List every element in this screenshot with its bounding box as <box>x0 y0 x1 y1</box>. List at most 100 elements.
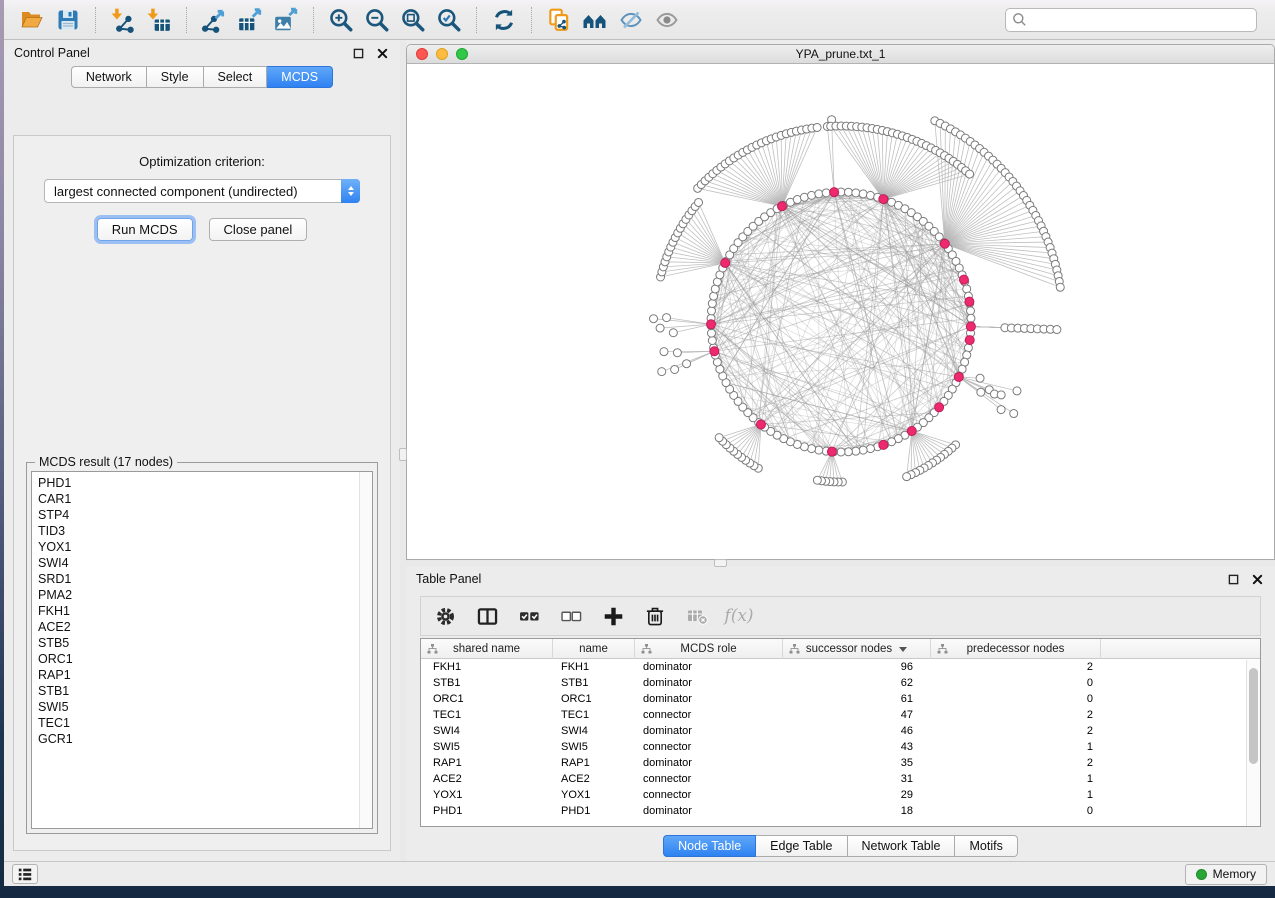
tab-mcds[interactable]: MCDS <box>267 66 333 88</box>
table-row[interactable]: TEC1TEC1connector472 <box>421 707 1260 723</box>
network-titlebar[interactable]: YPA_prune.txt_1 <box>407 45 1274 64</box>
import-table-icon[interactable] <box>141 3 177 37</box>
save-session-icon[interactable] <box>50 3 86 37</box>
table-row[interactable]: SWI5SWI5connector431 <box>421 739 1260 755</box>
mcds-node-item[interactable]: SRD1 <box>38 571 372 587</box>
vertical-splitter[interactable] <box>400 40 406 861</box>
network-graph[interactable] <box>407 64 1272 559</box>
column-header-name[interactable]: name <box>553 639 635 659</box>
network-canvas[interactable] <box>407 64 1274 559</box>
settings-gear-icon[interactable] <box>429 601 461 631</box>
hide-selected-icon[interactable] <box>613 3 649 37</box>
mcds-node-item[interactable]: SWI4 <box>38 555 372 571</box>
table-row[interactable]: STB1STB1dominator620 <box>421 675 1260 691</box>
zoom-out-icon[interactable] <box>359 3 395 37</box>
tab-motifs[interactable]: Motifs <box>955 835 1017 857</box>
deselect-all-checkboxes-icon[interactable] <box>555 601 587 631</box>
sort-desc-icon <box>899 647 907 652</box>
mcds-node-item[interactable]: ORC1 <box>38 651 372 667</box>
splitter-grip[interactable] <box>399 448 407 461</box>
mcds-node-item[interactable]: TEC1 <box>38 715 372 731</box>
mcds-result-title: MCDS result (17 nodes) <box>35 455 177 469</box>
network-title: YPA_prune.txt_1 <box>407 47 1274 61</box>
mcds-node-item[interactable]: FKH1 <box>38 603 372 619</box>
export-table-icon[interactable] <box>232 3 268 37</box>
dropdown-stepper-icon <box>341 179 360 203</box>
float-panel-icon[interactable] <box>1225 571 1241 587</box>
table-bottom-tabs: Node TableEdge TableNetwork TableMotifs <box>406 831 1275 861</box>
memory-label: Memory <box>1213 867 1256 881</box>
list-icon <box>17 866 33 882</box>
mcds-node-item[interactable]: ACE2 <box>38 619 372 635</box>
apply-layout-icon[interactable] <box>486 3 522 37</box>
tab-network-table[interactable]: Network Table <box>848 835 956 857</box>
network-from-selection-icon[interactable] <box>541 3 577 37</box>
tab-node-table[interactable]: Node Table <box>663 835 756 857</box>
column-header-shared-name[interactable]: shared name <box>421 639 553 659</box>
column-header-MCDS-role[interactable]: MCDS role <box>635 639 783 659</box>
show-columns-icon[interactable] <box>471 601 503 631</box>
mcds-node-item[interactable]: STB1 <box>38 683 372 699</box>
select-all-checkboxes-icon[interactable] <box>513 601 545 631</box>
column-header-predecessor-nodes[interactable]: predecessor nodes <box>931 639 1101 659</box>
main-toolbar <box>4 0 1275 40</box>
search-icon <box>1012 12 1027 27</box>
first-neighbors-icon[interactable] <box>577 3 613 37</box>
memory-button[interactable]: Memory <box>1185 864 1267 885</box>
export-image-icon[interactable] <box>268 3 304 37</box>
close-panel-icon[interactable] <box>374 45 390 61</box>
import-network-icon[interactable] <box>105 3 141 37</box>
table-row[interactable]: ACE2ACE2connector311 <box>421 771 1260 787</box>
mcds-node-item[interactable]: GCR1 <box>38 731 372 747</box>
open-session-icon[interactable] <box>14 3 50 37</box>
scrollbar-thumb[interactable] <box>1249 668 1258 764</box>
cytoscape-window: Control Panel NetworkStyleSelectMCDS Opt… <box>4 0 1275 886</box>
node-table[interactable]: shared namenameMCDS rolesuccessor nodesp… <box>420 638 1261 827</box>
search-input[interactable] <box>1027 10 1250 30</box>
mcds-node-item[interactable]: PHD1 <box>38 475 372 491</box>
column-header-successor-nodes[interactable]: successor nodes <box>783 639 931 659</box>
task-history-button[interactable] <box>12 864 38 884</box>
control-panel-tabs: NetworkStyleSelectMCDS <box>4 66 400 88</box>
mcds-node-item[interactable]: YOX1 <box>38 539 372 555</box>
table-row[interactable]: ORC1ORC1dominator610 <box>421 691 1260 707</box>
memory-status-icon <box>1196 869 1207 880</box>
mcds-node-item[interactable]: CAR1 <box>38 491 372 507</box>
horizontal-splitter[interactable] <box>406 560 1275 566</box>
mcds-node-item[interactable]: STP4 <box>38 507 372 523</box>
close-panel-button[interactable]: Close panel <box>209 218 308 241</box>
export-network-icon[interactable] <box>196 3 232 37</box>
run-mcds-button[interactable]: Run MCDS <box>97 218 193 241</box>
mcds-node-item[interactable]: RAP1 <box>38 667 372 683</box>
zoom-in-icon[interactable] <box>323 3 359 37</box>
list-scrollbar[interactable] <box>359 472 372 828</box>
add-column-icon[interactable] <box>597 601 629 631</box>
zoom-fit-icon[interactable] <box>395 3 431 37</box>
tab-style[interactable]: Style <box>147 66 204 88</box>
table-scrollbar[interactable] <box>1246 660 1260 826</box>
delete-column-icon[interactable] <box>639 601 671 631</box>
close-panel-icon[interactable] <box>1249 571 1265 587</box>
table-row[interactable]: RAP1RAP1dominator352 <box>421 755 1260 771</box>
table-row[interactable]: FKH1FKH1dominator962 <box>421 659 1260 675</box>
mcds-result-group: MCDS result (17 nodes) PHD1CAR1STP4TID3Y… <box>26 462 378 834</box>
search-field[interactable] <box>1005 8 1257 32</box>
mcds-node-item[interactable]: PMA2 <box>38 587 372 603</box>
mcds-result-list[interactable]: PHD1CAR1STP4TID3YOX1SWI4SRD1PMA2FKH1ACE2… <box>31 471 373 829</box>
mcds-node-item[interactable]: TID3 <box>38 523 372 539</box>
table-row[interactable]: YOX1YOX1connector291 <box>421 787 1260 803</box>
splitter-grip[interactable] <box>714 559 727 567</box>
tab-edge-table[interactable]: Edge Table <box>756 835 847 857</box>
table-toolbar: f(x) <box>420 596 1261 636</box>
tab-select[interactable]: Select <box>204 66 268 88</box>
mcds-node-item[interactable]: STB5 <box>38 635 372 651</box>
table-panel: Table Panel f(x) shared namenameMC <box>406 566 1275 861</box>
float-panel-icon[interactable] <box>350 45 366 61</box>
table-row[interactable]: SWI4SWI4dominator462 <box>421 723 1260 739</box>
criterion-dropdown[interactable]: largest connected component (undirected) <box>44 179 360 203</box>
show-all-icon[interactable] <box>649 3 685 37</box>
mcds-node-item[interactable]: SWI5 <box>38 699 372 715</box>
table-row[interactable]: PHD1PHD1dominator180 <box>421 803 1260 819</box>
tab-network[interactable]: Network <box>71 66 147 88</box>
zoom-selected-icon[interactable] <box>431 3 467 37</box>
